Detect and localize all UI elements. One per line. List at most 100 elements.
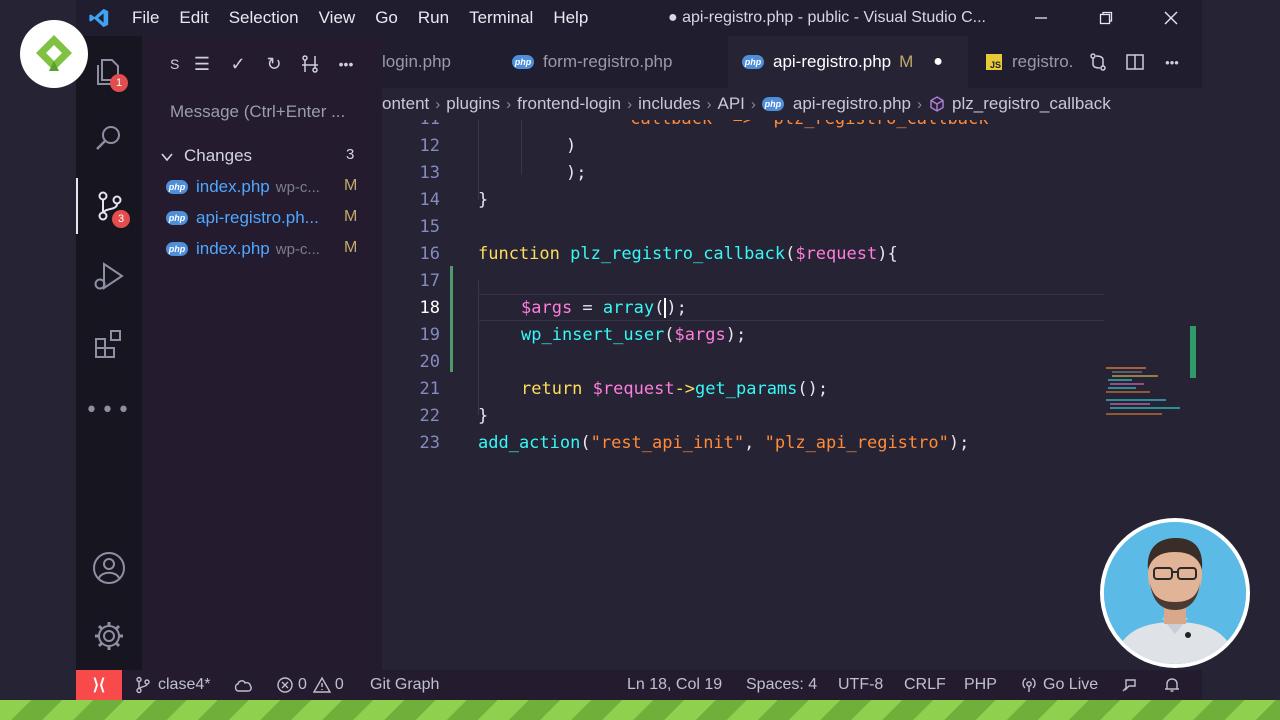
refresh-button[interactable]: ↻	[262, 52, 286, 76]
source-control-button[interactable]: 3	[76, 178, 142, 234]
split-editor-button[interactable]	[1123, 50, 1147, 74]
go-live-button[interactable]: Go Live	[1020, 670, 1098, 700]
pull-push-button[interactable]	[298, 52, 322, 76]
code-editor[interactable]: 11 'callback' => 'plz_registro_callback'…	[382, 120, 1202, 670]
encoding-setting[interactable]: UTF-8	[838, 670, 883, 700]
unsaved-dot-icon[interactable]: ●	[933, 53, 943, 71]
menu-view[interactable]: View	[319, 8, 356, 28]
changed-file-item[interactable]: php index.php wp-c... M	[142, 236, 382, 264]
code-text: function plz_registro_callback($request)…	[478, 244, 898, 264]
extensions-icon	[95, 330, 121, 358]
bell-icon	[1165, 678, 1179, 692]
git-graph-button[interactable]: Git Graph	[370, 670, 439, 700]
code-line: 19 wp_insert_user($args);	[382, 322, 1202, 349]
commit-message-input[interactable]: Message (Ctrl+Enter ...	[170, 102, 345, 122]
menu-bar: File Edit Selection View Go Run Terminal…	[132, 0, 608, 36]
run-debug-button[interactable]	[76, 248, 142, 304]
code-text: 'callback' => 'plz_registro_callback'	[620, 120, 999, 133]
eol-setting[interactable]: CRLF	[904, 670, 946, 700]
menu-file[interactable]: File	[132, 8, 159, 28]
code-line: 15	[382, 214, 1202, 241]
view-as-tree-button[interactable]: ☰	[190, 52, 214, 76]
scrollbar-thumb[interactable]	[1190, 326, 1196, 378]
breadcrumb-item[interactable]: API	[717, 94, 744, 114]
restore-button[interactable]	[1083, 0, 1129, 36]
broadcast-icon	[1022, 677, 1036, 692]
menu-selection[interactable]: Selection	[229, 8, 299, 28]
menu-help[interactable]: Help	[553, 8, 588, 28]
chevron-right-icon: ›	[750, 95, 756, 113]
breadcrumb-item[interactable]: frontend-login	[517, 94, 621, 114]
activity-bar: 1 3 •••	[76, 36, 142, 670]
more-actions-button[interactable]: •••	[334, 52, 358, 76]
line-number: 12	[419, 136, 440, 156]
changes-group-header[interactable]: Changes 3	[142, 142, 382, 170]
chevron-right-icon: ›	[506, 95, 512, 113]
changed-file-item[interactable]: php api-registro.ph... M	[142, 205, 382, 233]
php-file-icon: php	[166, 211, 188, 225]
feedback-icon	[1122, 679, 1136, 692]
remote-icon: ⟩⟨	[92, 677, 106, 694]
extensions-button[interactable]	[76, 316, 142, 372]
menu-edit[interactable]: Edit	[179, 8, 208, 28]
close-icon	[1164, 11, 1178, 25]
more-views-button[interactable]: •••	[76, 382, 142, 438]
code-text: }	[478, 190, 489, 210]
php-file-icon: php	[742, 55, 764, 69]
code-text: )	[566, 136, 577, 156]
breadcrumb-item[interactable]: includes	[638, 94, 700, 114]
remote-indicator[interactable]: ⟩⟨	[76, 670, 122, 700]
accounts-button[interactable]	[76, 540, 142, 596]
language-mode[interactable]: PHP	[964, 670, 997, 700]
file-name: api-registro.ph...	[196, 208, 319, 227]
indentation-setting[interactable]: Spaces: 4	[746, 670, 817, 700]
branch-compare-icon	[302, 55, 318, 73]
changed-file-item[interactable]: php index.php wp-c... M	[142, 174, 382, 202]
line-number: 13	[419, 163, 440, 183]
code-text: wp_insert_user($args);	[521, 325, 747, 345]
git-graph-label: Git Graph	[370, 676, 440, 693]
code-line: 12 )	[382, 133, 1202, 160]
file-status: M	[344, 239, 358, 256]
tab-label: login.php	[382, 52, 452, 71]
notifications-button[interactable]	[1163, 670, 1181, 700]
branch-indicator[interactable]: clase4*	[134, 670, 210, 700]
manage-button[interactable]	[76, 608, 142, 664]
minimize-button[interactable]	[1018, 0, 1064, 36]
line-number: 16	[419, 244, 440, 264]
line-number: 23	[419, 433, 440, 453]
open-changes-button[interactable]	[1086, 50, 1110, 74]
menu-run[interactable]: Run	[418, 8, 449, 28]
code-line: 23 add_action("rest_api_init", "plz_api_…	[382, 430, 1202, 457]
tab-more-actions-button[interactable]: •••	[1160, 50, 1184, 74]
code-line: 20	[382, 349, 1202, 376]
code-text: $args = array();	[521, 298, 687, 318]
close-window-button[interactable]	[1148, 0, 1194, 36]
line-number: 17	[419, 271, 440, 291]
tab-modified-status: M	[899, 52, 914, 71]
code-text: add_action("rest_api_init", "plz_api_reg…	[478, 433, 970, 453]
line-number: 20	[419, 352, 440, 372]
tab-registro-js[interactable]: JS registro.	[986, 36, 1086, 88]
search-button[interactable]	[76, 110, 142, 166]
problems-indicator[interactable]: 0 0	[276, 670, 344, 700]
breadcrumb-item[interactable]: ontent	[382, 94, 429, 114]
menu-go[interactable]: Go	[375, 8, 398, 28]
commit-button[interactable]: ✓	[226, 52, 250, 76]
breadcrumb-file[interactable]: php api-registro.php	[761, 94, 911, 114]
code-line: 16 function plz_registro_callback($reque…	[382, 241, 1202, 268]
file-name: index.php wp-c...	[196, 177, 320, 196]
sync-button[interactable]	[232, 670, 254, 700]
line-number: 18	[419, 298, 440, 318]
tab-api-registro[interactable]: php api-registro.php M ●	[728, 36, 968, 88]
chevron-right-icon: ›	[435, 95, 441, 113]
warning-icon	[312, 676, 331, 693]
menu-terminal[interactable]: Terminal	[469, 8, 533, 28]
tab-login[interactable]: login.php	[382, 36, 494, 88]
feedback-button[interactable]	[1120, 670, 1138, 700]
breadcrumb-symbol[interactable]: plz_registro_callback	[928, 94, 1111, 114]
tab-form-registro[interactable]: php form-registro.php	[512, 36, 712, 88]
cursor-position[interactable]: Ln 18, Col 19	[627, 670, 722, 700]
breadcrumb-item[interactable]: plugins	[446, 94, 500, 114]
cursor-position-text: Ln 18, Col 19	[627, 676, 723, 693]
